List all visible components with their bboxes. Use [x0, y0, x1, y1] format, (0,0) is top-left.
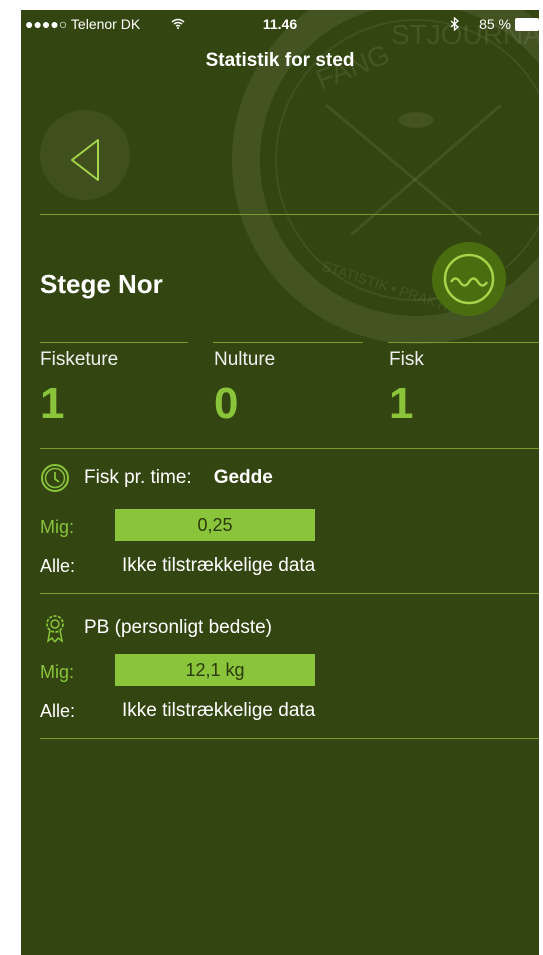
- battery-percent: 85 %: [479, 16, 511, 32]
- stat-label: Fisketure: [40, 349, 119, 370]
- mig-fish-per-hour-bar: 0,25: [115, 509, 315, 541]
- stat-nulture: Nulture 0: [214, 349, 364, 429]
- alle-label: Alle:: [40, 556, 76, 576]
- wave-icon: [443, 253, 495, 305]
- award-ribbon-icon: [46, 615, 64, 643]
- alle-value: Ikke tilstrækkelige data: [122, 555, 316, 576]
- battery-icon: [515, 18, 539, 31]
- stat-fisketure: Fisketure 1: [40, 349, 190, 429]
- status-bar: ●●●●○ Telenor DK 11.46 85 %: [21, 10, 539, 38]
- species-name: Gedde: [213, 467, 273, 488]
- back-arrow-icon: [71, 139, 99, 181]
- back-button[interactable]: [40, 110, 130, 200]
- stat-divider: [40, 342, 188, 343]
- section-divider: [40, 448, 539, 449]
- place-name: Stege Nor: [40, 269, 163, 299]
- stat-divider: [388, 342, 539, 343]
- alle-label: Alle:: [40, 701, 76, 721]
- mig-pb-bar: 12,1 kg: [115, 654, 315, 686]
- bluetooth-icon: [450, 17, 459, 31]
- mig-label: Mig:: [40, 662, 75, 682]
- stat-label: Fisk: [389, 349, 424, 370]
- page-title: Statistik for sted: [205, 50, 355, 71]
- app-screen: FANG STJOURNAL STATISTIK • PRAKTISK ●●●●…: [21, 10, 539, 955]
- mig-label: Mig:: [40, 517, 75, 537]
- stat-label: Nulture: [214, 349, 276, 370]
- section-divider: [40, 738, 539, 739]
- stat-fisk: Fisk 1: [389, 349, 539, 429]
- stat-value: 1: [389, 379, 414, 428]
- stat-divider: [213, 342, 363, 343]
- stat-value: 1: [40, 379, 65, 428]
- section-divider: [40, 593, 539, 594]
- alle-value: Ikke tilstrækkelige data: [122, 700, 316, 721]
- fish-per-hour-header: Fisk pr. time: Gedde: [40, 463, 273, 493]
- pb-header: PB (personligt bedste): [40, 613, 272, 643]
- clock-icon: [41, 464, 69, 492]
- water-conditions-button[interactable]: [432, 242, 506, 316]
- stat-value: 0: [214, 379, 239, 428]
- header-divider: [40, 214, 539, 215]
- fish-per-hour-label: Fisk pr. time:: [84, 467, 192, 488]
- clock-time: 11.46: [262, 16, 298, 32]
- pb-label: PB (personligt bedste): [84, 617, 272, 638]
